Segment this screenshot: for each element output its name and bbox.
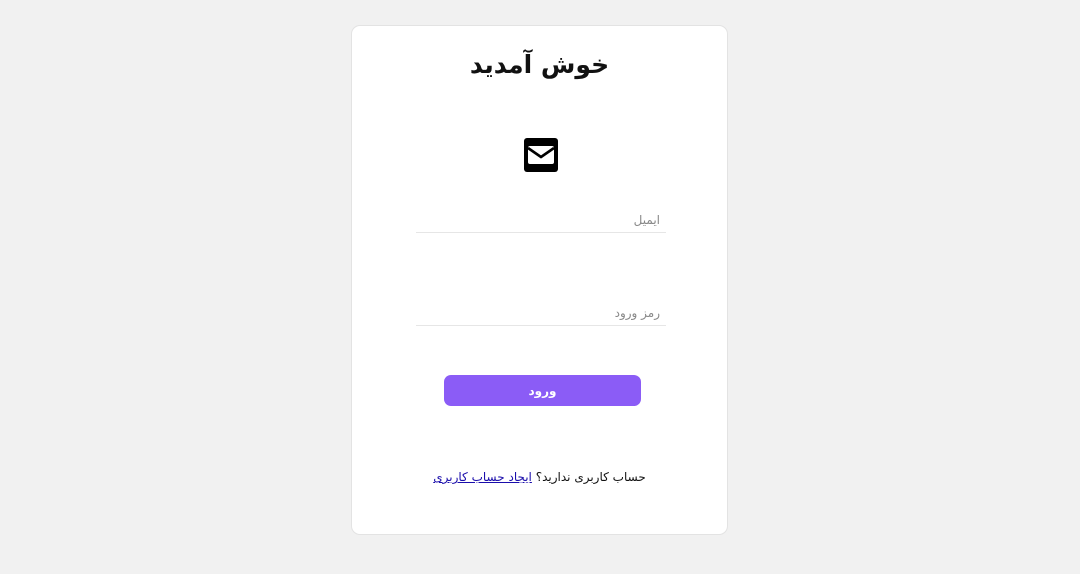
email-input[interactable] [416,208,666,232]
signup-row: حساب کاربری ندارید؟ ایجاد حساب کاربری [352,470,727,484]
signup-link[interactable]: ایجاد حساب کاربری [433,470,532,484]
page-title: خوش آمدید [469,50,610,79]
email-field [416,208,666,233]
password-input[interactable] [416,301,666,325]
login-button[interactable]: ورود [444,375,641,406]
envelope-icon [524,138,558,172]
signup-prompt: حساب کاربری ندارید؟ [535,470,646,484]
password-field [416,301,666,326]
login-card: خوش آمدید ورود حساب کاربری ندارید؟ ایجاد… [351,25,728,535]
